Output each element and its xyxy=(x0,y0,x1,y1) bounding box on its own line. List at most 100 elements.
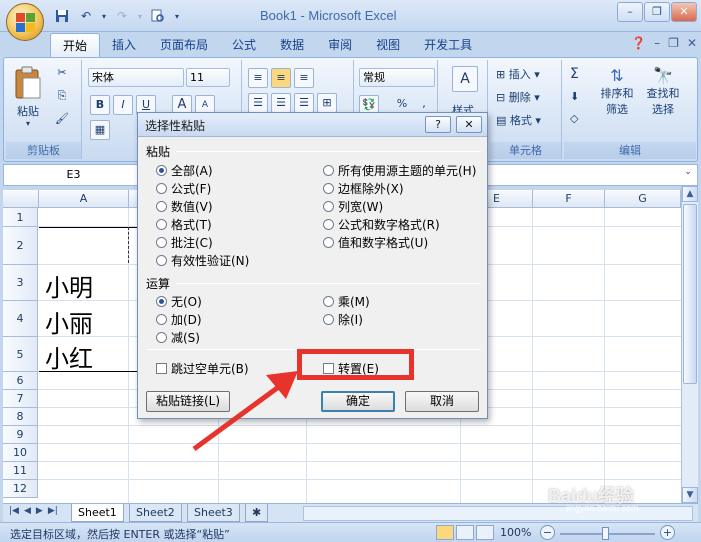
align-bottom-icon[interactable]: ≡ xyxy=(294,68,314,88)
paste-values-numbers-option[interactable]: 值和数字格式(U) xyxy=(323,234,428,251)
save-icon[interactable] xyxy=(52,7,72,25)
paste-comments-option[interactable]: 批注(C) xyxy=(156,234,213,251)
italic-button[interactable]: I xyxy=(113,95,133,115)
vertical-scrollbar[interactable]: ▲ ▼ xyxy=(681,186,698,503)
dialog-close-button[interactable]: ✕ xyxy=(456,116,482,133)
align-top-icon[interactable]: ≡ xyxy=(248,68,268,88)
row-header-5[interactable]: 5 xyxy=(3,337,38,372)
paste-formats-option[interactable]: 格式(T) xyxy=(156,216,212,233)
redo-icon[interactable]: ↷ xyxy=(112,7,132,25)
tab-home[interactable]: 开始 xyxy=(50,33,101,57)
delete-cells-button[interactable]: ⊟ 删除 ▾ xyxy=(496,89,540,105)
ok-button[interactable]: 确定 xyxy=(321,391,395,412)
tab-developer[interactable]: 开发工具 xyxy=(412,33,484,57)
minimize-button[interactable]: – xyxy=(617,2,643,22)
print-preview-icon[interactable] xyxy=(148,7,168,25)
row-header-4[interactable]: 4 xyxy=(3,301,38,337)
operation-subtract-option[interactable]: 减(S) xyxy=(156,329,200,346)
insert-sheet-icon[interactable]: ✱ xyxy=(245,504,269,522)
font-size-select[interactable]: 11 xyxy=(186,68,230,87)
next-sheet-icon[interactable]: ▶ xyxy=(36,506,43,516)
restore-button[interactable]: ❐ xyxy=(644,2,670,22)
row-header-7[interactable]: 7 xyxy=(3,390,38,408)
borders-icon[interactable]: ▦ xyxy=(90,120,110,140)
row-header-11[interactable]: 11 xyxy=(3,462,38,480)
page-break-view-icon[interactable] xyxy=(476,525,494,540)
autosum-button[interactable]: Σ xyxy=(570,66,579,82)
zoom-in-icon[interactable]: + xyxy=(660,525,675,540)
prev-sheet-icon[interactable]: ◀ xyxy=(24,506,31,516)
cell-a5[interactable]: 小红 xyxy=(45,339,93,374)
tab-view[interactable]: 视图 xyxy=(364,33,412,57)
insert-cells-button[interactable]: ⊞ 插入 ▾ xyxy=(496,66,540,82)
row-header-6[interactable]: 6 xyxy=(3,372,38,390)
align-right-icon[interactable]: ☰ xyxy=(294,93,314,113)
zoom-out-icon[interactable]: − xyxy=(540,525,555,540)
office-button[interactable] xyxy=(6,3,44,41)
paste-formulas-option[interactable]: 公式(F) xyxy=(156,180,211,197)
paste-formulas-numbers-option[interactable]: 公式和数字格式(R) xyxy=(323,216,440,233)
tab-formulas[interactable]: 公式 xyxy=(220,33,268,57)
bold-button[interactable]: B xyxy=(90,95,110,115)
column-header-g[interactable]: G xyxy=(605,190,681,208)
scroll-up-icon[interactable]: ▲ xyxy=(682,186,698,202)
font-name-select[interactable]: 宋体 xyxy=(88,68,184,87)
find-select-button[interactable]: 🔭 查找和 选择 xyxy=(642,66,684,117)
tab-review[interactable]: 审阅 xyxy=(316,33,364,57)
sort-filter-button[interactable]: ⇅ 排序和 筛选 xyxy=(598,66,636,117)
paste-no-borders-option[interactable]: 边框除外(X) xyxy=(323,180,404,197)
page-layout-view-icon[interactable] xyxy=(456,525,474,540)
row-header-8[interactable]: 8 xyxy=(3,408,38,426)
undo-icon[interactable]: ↶ xyxy=(76,7,96,25)
ribbon-minimize-icon[interactable]: – xyxy=(654,36,660,50)
last-sheet-icon[interactable]: ▶| xyxy=(48,506,58,516)
operation-none-option[interactable]: 无(O) xyxy=(156,293,202,310)
row-header-3[interactable]: 3 xyxy=(3,265,38,301)
column-header-a[interactable]: A xyxy=(39,190,129,208)
cut-icon[interactable]: ✂ xyxy=(52,64,72,84)
fill-icon[interactable]: ⬇ xyxy=(570,90,579,103)
scroll-thumb[interactable] xyxy=(683,204,697,384)
paste-values-option[interactable]: 数值(V) xyxy=(156,198,213,215)
sheet-tab-2[interactable]: Sheet2 xyxy=(129,504,182,522)
row-header-1[interactable]: 1 xyxy=(3,208,38,227)
align-left-icon[interactable]: ☰ xyxy=(248,93,268,113)
cancel-button[interactable]: 取消 xyxy=(405,391,479,412)
clear-icon[interactable]: ◇ xyxy=(570,112,578,125)
operation-divide-option[interactable]: 除(I) xyxy=(323,311,363,328)
align-center-icon[interactable]: ☰ xyxy=(271,93,291,113)
align-middle-icon[interactable]: ≡ xyxy=(271,68,291,88)
row-header-2[interactable]: 2 xyxy=(3,227,38,265)
operation-add-option[interactable]: 加(D) xyxy=(156,311,202,328)
first-sheet-icon[interactable]: |◀ xyxy=(9,506,19,516)
operation-multiply-option[interactable]: 乘(M) xyxy=(323,293,370,310)
undo-dropdown-icon[interactable]: ▾ xyxy=(100,7,108,25)
row-header-12[interactable]: 12 xyxy=(3,480,38,498)
row-header-9[interactable]: 9 xyxy=(3,426,38,444)
sheet-tab-1[interactable]: Sheet1 xyxy=(71,504,124,522)
paste-button[interactable]: 粘贴 ▾ xyxy=(12,66,44,136)
paste-validation-option[interactable]: 有效性验证(N) xyxy=(156,252,249,269)
ribbon-close-icon[interactable]: ✕ xyxy=(687,36,697,50)
paste-source-theme-option[interactable]: 所有使用源主题的单元(H) xyxy=(323,162,476,179)
ribbon-restore-icon[interactable]: ❐ xyxy=(668,36,679,50)
column-header-f[interactable]: F xyxy=(533,190,605,208)
number-format-select[interactable]: 常规 xyxy=(359,68,435,87)
select-all-corner[interactable] xyxy=(3,190,39,208)
zoom-level[interactable]: 100% xyxy=(500,526,531,539)
format-cells-button[interactable]: ▤ 格式 ▾ xyxy=(496,112,541,128)
close-button[interactable]: ✕ xyxy=(671,2,697,22)
cell-a4[interactable]: 小丽 xyxy=(45,304,93,339)
scroll-down-icon[interactable]: ▼ xyxy=(682,487,698,503)
dialog-help-button[interactable]: ? xyxy=(425,116,451,133)
zoom-slider-thumb[interactable] xyxy=(602,527,609,540)
redo-dropdown-icon[interactable]: ▾ xyxy=(136,7,144,25)
merge-center-icon[interactable]: ⊞ xyxy=(317,93,337,113)
normal-view-icon[interactable] xyxy=(436,525,454,540)
help-icon[interactable]: ❓ xyxy=(631,36,646,50)
tab-page-layout[interactable]: 页面布局 xyxy=(148,33,220,57)
copy-icon[interactable]: ⎘ xyxy=(52,87,72,107)
format-painter-icon[interactable]: 🖌 xyxy=(52,110,72,130)
customize-icon[interactable]: ▾ xyxy=(172,7,182,25)
cell-a3[interactable]: 小明 xyxy=(45,268,93,303)
